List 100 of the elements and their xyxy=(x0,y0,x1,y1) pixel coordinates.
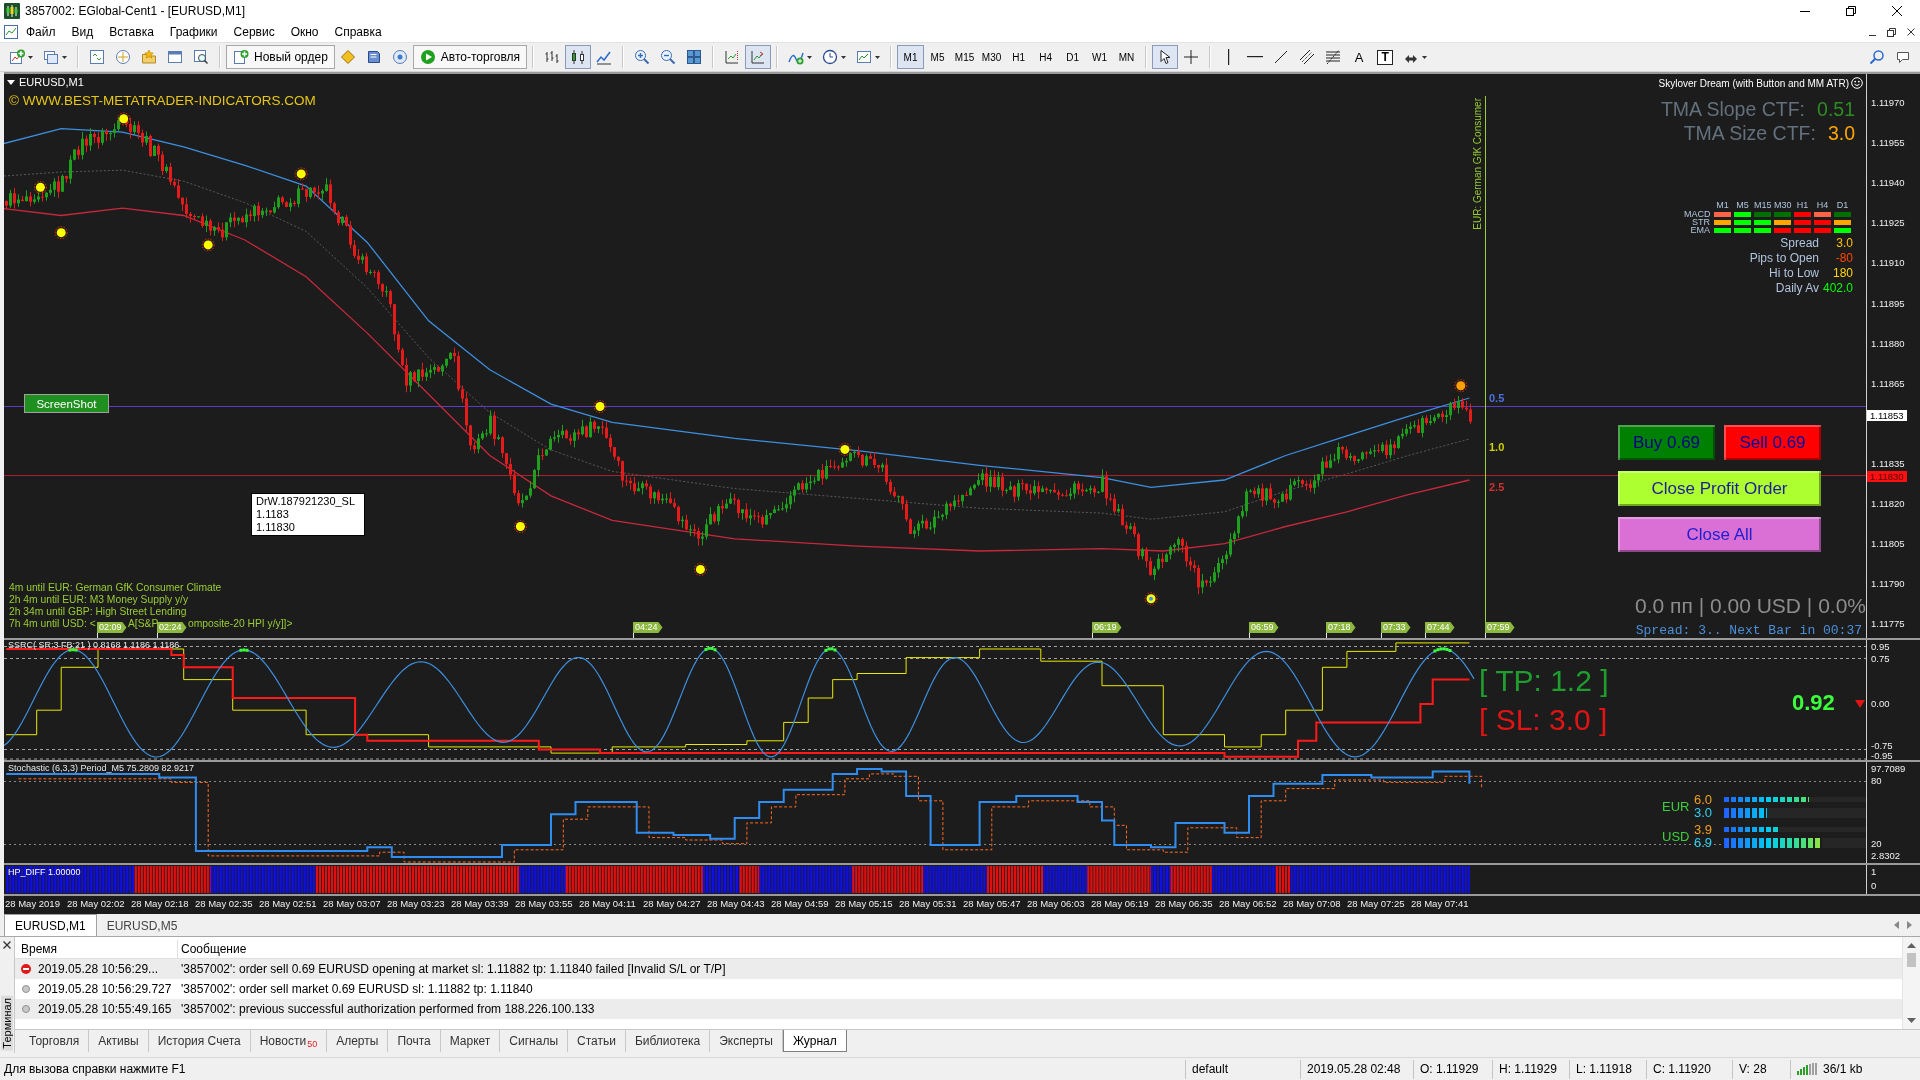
panel-tab[interactable]: Статьи xyxy=(568,1030,626,1052)
time-label: 28 May 06:52 xyxy=(1219,897,1278,911)
timeframe-button[interactable]: MN xyxy=(1113,45,1141,69)
status-datetime: 2019.05.28 02:48 xyxy=(1307,1062,1401,1076)
panel-tab[interactable]: Сигналы xyxy=(500,1030,569,1052)
minimize-icon xyxy=(1869,35,1876,36)
time-label: 28 May 2019 xyxy=(4,897,61,911)
scroll-thumb[interactable] xyxy=(1907,953,1916,967)
new-order-button[interactable]: Новый ордер xyxy=(226,45,335,69)
auto-scroll-button[interactable] xyxy=(745,45,772,69)
scroll-up-icon[interactable] xyxy=(1907,943,1916,948)
log-message: '3857002': order sell 0.69 EURUSD opening at market sl: 1.11882 tp: 1.11840 failed [Invalid S/L or T/P] xyxy=(181,962,726,976)
time-label: 28 May 07:41 xyxy=(1411,897,1470,911)
candlestick-button[interactable] xyxy=(565,45,592,69)
chart-plus-icon xyxy=(9,49,25,65)
time-label: 28 May 02:02 xyxy=(67,897,126,911)
timeframe-button[interactable]: H1 xyxy=(1005,45,1033,69)
panel-tab[interactable]: Алерты xyxy=(327,1030,389,1052)
timeframe-button[interactable]: M1 xyxy=(897,45,925,69)
axis-label: 0.00 xyxy=(1871,699,1890,709)
menu-item[interactable]: Справка xyxy=(326,22,390,42)
stop-loss-label: [ SL: 3.0 ] xyxy=(1479,704,1608,736)
timeframe-button[interactable]: M5 xyxy=(924,45,952,69)
column-header[interactable]: Время xyxy=(21,942,58,956)
chart-tab[interactable]: EURUSD,M5 xyxy=(96,916,188,936)
star-folder-icon xyxy=(141,49,157,65)
panel-tab[interactable]: Библиотека xyxy=(625,1030,711,1052)
axis-label: 1.11790 xyxy=(1871,579,1905,590)
time-label: 28 May 04:59 xyxy=(771,897,830,911)
menu-item[interactable]: Сервис xyxy=(225,22,283,42)
axis-label: -0.75 xyxy=(1871,741,1893,751)
menu-item[interactable]: Окно xyxy=(282,22,327,42)
chat-icon xyxy=(1895,49,1911,65)
horizontal-line-icon xyxy=(1247,56,1264,58)
scroll-left-icon[interactable] xyxy=(1894,921,1899,929)
caret-icon xyxy=(1422,55,1428,59)
timeframe-button[interactable]: W1 xyxy=(1086,45,1114,69)
panel-tab[interactable]: Почта xyxy=(388,1030,441,1052)
log-time: 2019.05.28 10:56:29... xyxy=(38,962,159,976)
zoom-out-icon xyxy=(660,49,677,65)
indicator-title: HP_DIFF 1.00000 xyxy=(8,867,81,878)
menu-item[interactable]: Вид xyxy=(63,22,102,42)
restore-icon xyxy=(1846,6,1856,16)
panel-tab[interactable]: Журнал xyxy=(782,1030,847,1052)
panel-tab[interactable]: Маркет xyxy=(440,1030,501,1052)
axis-label: 1.11910 xyxy=(1871,258,1905,269)
time-label: 28 May 06:35 xyxy=(1155,897,1214,911)
axis-label: 1.11940 xyxy=(1871,178,1905,189)
panel-tab[interactable]: Торговля xyxy=(20,1030,90,1052)
scrollbar[interactable] xyxy=(1902,937,1920,1029)
menu-item[interactable]: Вставка xyxy=(101,22,162,42)
tile-windows-icon xyxy=(686,49,703,65)
status-text: Для вызова справки нажмите F1 xyxy=(3,1062,187,1076)
column-header[interactable]: Сообщение xyxy=(181,942,247,956)
minimize-icon xyxy=(1800,10,1810,12)
caret-icon xyxy=(807,55,813,59)
timeframe-button[interactable]: D1 xyxy=(1059,45,1087,69)
clock-icon xyxy=(822,49,839,65)
auto-trading-button[interactable]: Авто-торговля xyxy=(412,45,528,69)
caret-icon xyxy=(28,55,33,59)
book-icon xyxy=(365,49,382,65)
text-tool-button[interactable]: A xyxy=(1346,45,1373,69)
connection-bars-icon xyxy=(1797,1063,1817,1075)
line-chart-icon xyxy=(596,49,613,65)
scroll-right-icon[interactable] xyxy=(1907,921,1912,929)
time-label: 28 May 07:08 xyxy=(1283,897,1342,911)
time-label: 28 May 04:27 xyxy=(643,897,702,911)
scroll-down-icon[interactable] xyxy=(1907,1018,1916,1023)
chart-window-icon xyxy=(4,25,18,39)
text-label-button[interactable]: T xyxy=(1372,45,1399,69)
timeframe-button[interactable]: M30 xyxy=(978,45,1006,69)
text-label-icon: T xyxy=(1377,49,1393,65)
chart-window-icon xyxy=(856,49,873,65)
axis-label: 1.11865 xyxy=(1871,378,1905,389)
axis-label: 0 xyxy=(1871,881,1877,891)
app-icon xyxy=(4,3,20,19)
axis-label: 1.11835 xyxy=(1871,458,1905,469)
chart-tab[interactable]: EURUSD,M1 xyxy=(4,914,97,936)
time-label: 28 May 06:03 xyxy=(1027,897,1086,911)
strength-value: 6.9 xyxy=(1694,836,1714,849)
cursor-button[interactable] xyxy=(1152,45,1179,69)
timeframe-button[interactable]: H4 xyxy=(1032,45,1060,69)
close-icon[interactable] xyxy=(3,941,11,949)
timeframe-button[interactable]: M15 xyxy=(951,45,979,69)
strength-value: 6.0 xyxy=(1694,793,1714,806)
menu-item[interactable]: Графики xyxy=(161,22,226,42)
panel-tab[interactable]: Эксперты xyxy=(710,1030,783,1052)
traffic-text: 36/1 kb xyxy=(1823,1062,1863,1076)
zoom-in-icon xyxy=(634,49,651,65)
panel-tab[interactable]: История Счета xyxy=(148,1030,251,1052)
panel-tab[interactable]: Активы xyxy=(89,1030,149,1052)
strength-value: 3.9 xyxy=(1694,823,1714,836)
axis-label: 2.8302 xyxy=(1871,851,1901,861)
axis-label: 80 xyxy=(1871,776,1882,786)
panel-title: Терминал xyxy=(1,996,13,1051)
indicator-title: SSRC( SR:3 FB:21 ) 0.8168 1.1186 1.1186 xyxy=(8,640,180,651)
caret-icon xyxy=(62,55,67,59)
menu-item[interactable]: Файл xyxy=(18,22,64,42)
price-value: C: 1.11920 xyxy=(1653,1062,1711,1076)
time-label: 28 May 03:55 xyxy=(515,897,574,911)
